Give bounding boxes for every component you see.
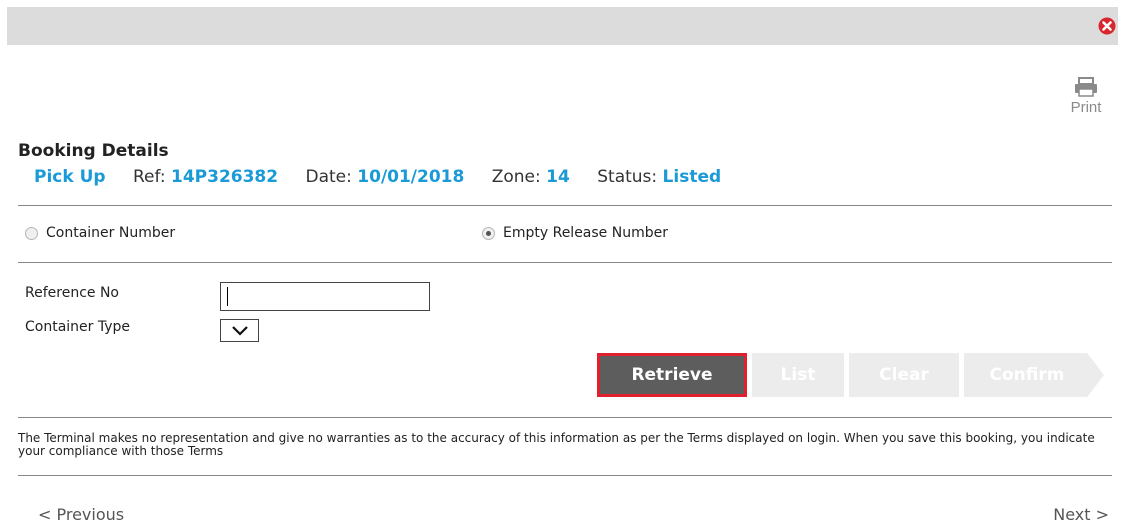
text-caret: [227, 287, 228, 306]
zone-value: 14: [546, 167, 570, 187]
date-value: 10/01/2018: [357, 167, 465, 187]
radio-button[interactable]: [482, 226, 495, 240]
confirm-button[interactable]: Confirm: [964, 353, 1104, 397]
clear-button[interactable]: Clear: [849, 353, 959, 397]
retrieve-button[interactable]: Retrieve: [597, 353, 747, 397]
title-bar: [7, 7, 1118, 45]
container-type-select[interactable]: [220, 319, 259, 342]
reference-no-label: Reference No: [25, 285, 119, 301]
divider: [18, 205, 1112, 206]
reference-no-input[interactable]: [220, 282, 430, 311]
print-label: Print: [1070, 99, 1102, 116]
radio-container-number[interactable]: Container Number: [25, 225, 175, 241]
radio-empty-release-number[interactable]: Empty Release Number: [482, 225, 668, 241]
ref-label: Ref:: [132, 167, 166, 187]
radio-button[interactable]: [25, 226, 38, 240]
chevron-down-icon: [232, 326, 248, 336]
booking-summary: Pick Up Ref: 14P326382 Date: 10/01/2018 …: [34, 167, 743, 187]
divider: [18, 262, 1112, 263]
printer-icon: [1075, 77, 1097, 97]
zone-label: Zone:: [491, 167, 541, 187]
status-label: Status:: [597, 167, 658, 187]
radio-label: Empty Release Number: [503, 225, 668, 241]
page-title: Booking Details: [18, 141, 169, 161]
next-link[interactable]: Next >: [1053, 505, 1109, 524]
ref-value: 14P326382: [171, 167, 279, 187]
container-type-label: Container Type: [25, 319, 131, 335]
divider: [18, 475, 1112, 476]
radio-label: Container Number: [46, 225, 176, 241]
list-button[interactable]: List: [752, 353, 844, 397]
date-label: Date:: [305, 167, 352, 187]
previous-link[interactable]: < Previous: [38, 505, 124, 524]
booking-type: Pick Up: [34, 167, 106, 187]
close-icon[interactable]: [1098, 17, 1116, 35]
print-button[interactable]: Print: [1064, 77, 1108, 116]
terms-disclaimer: The Terminal makes no representation and…: [18, 431, 1095, 458]
divider: [18, 417, 1112, 418]
status-value: Listed: [662, 167, 722, 187]
